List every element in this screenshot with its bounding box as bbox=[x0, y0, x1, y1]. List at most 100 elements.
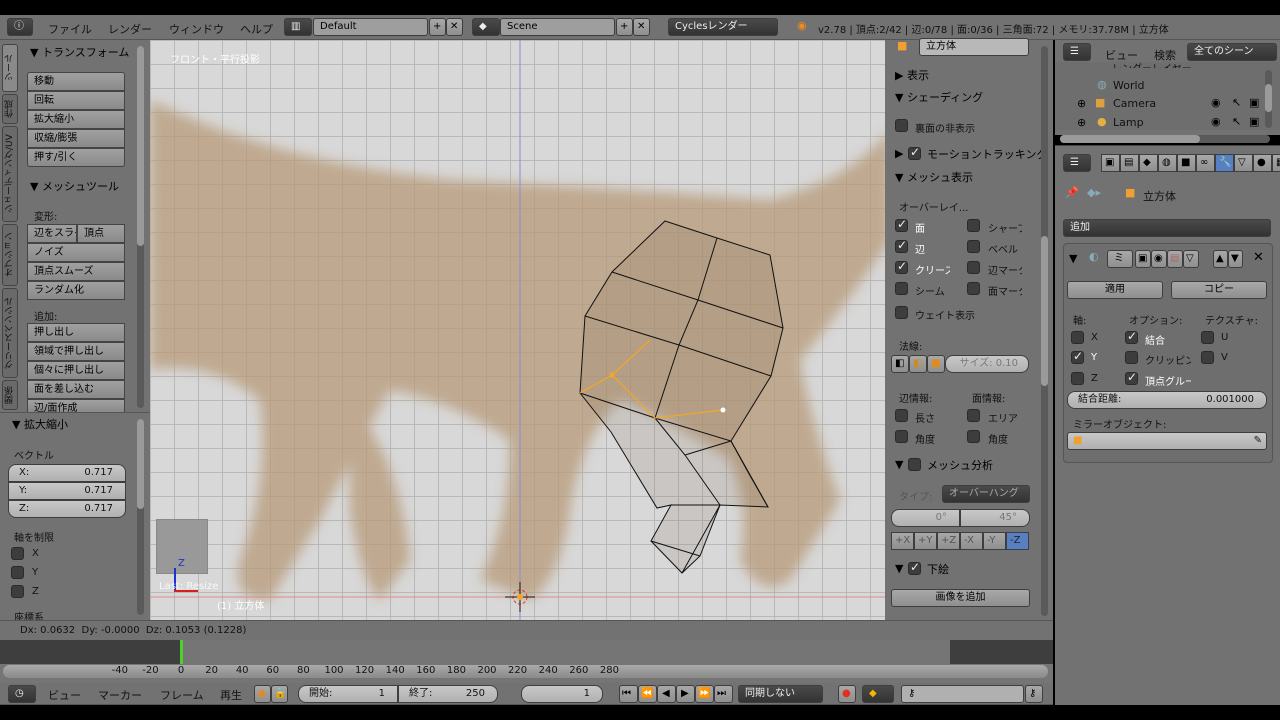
lamp-visibility-eye-icon[interactable]: ◉ bbox=[1211, 115, 1221, 128]
keying-mode-select[interactable]: ◆ bbox=[862, 685, 894, 703]
texture-v-checkbox[interactable] bbox=[1201, 351, 1214, 364]
extrude-individual-button[interactable]: 個々に押し出し bbox=[27, 361, 125, 380]
add-scene-button[interactable]: + bbox=[616, 18, 633, 36]
remove-modifier-icon[interactable]: ✕ bbox=[1253, 250, 1264, 265]
menu-help[interactable]: ヘルプ bbox=[240, 21, 273, 37]
translate-button[interactable]: 移動 bbox=[27, 72, 125, 91]
motion-tracking-header[interactable]: モーショントラッキング bbox=[927, 146, 1041, 162]
vertex-normals-button[interactable]: ◧ bbox=[891, 355, 909, 373]
vertex-slide-button[interactable]: 頂点 bbox=[77, 224, 125, 243]
overhang-min-field[interactable]: 0° bbox=[891, 509, 960, 527]
display-panel-header[interactable]: ▶ 表示 bbox=[895, 67, 929, 83]
camera-select-cursor-icon[interactable]: ↖ bbox=[1232, 96, 1241, 109]
camera-visibility-eye-icon[interactable]: ◉ bbox=[1211, 96, 1221, 109]
split-normals-button[interactable]: ◧ bbox=[909, 355, 927, 373]
add-layout-button[interactable]: + bbox=[429, 18, 446, 36]
rotate-button[interactable]: 回転 bbox=[27, 91, 125, 110]
scene-icon[interactable]: ◆ bbox=[472, 18, 500, 36]
overlay-sharp-checkbox[interactable] bbox=[967, 219, 980, 232]
outliner-item-world[interactable]: World bbox=[1113, 79, 1145, 92]
inset-faces-button[interactable]: 面を差し込む bbox=[27, 380, 125, 399]
timeline[interactable] bbox=[0, 640, 1053, 683]
backface-culling-checkbox[interactable] bbox=[895, 119, 908, 132]
extrude-select[interactable]: 押し出し bbox=[27, 323, 125, 342]
tab-relations[interactable]: 関係 bbox=[2, 380, 18, 410]
analysis-type-select[interactable]: オーバーハング bbox=[942, 485, 1030, 503]
add-image-button[interactable]: 画像を追加 bbox=[891, 589, 1030, 607]
overlay-faces-checkbox[interactable] bbox=[895, 217, 908, 232]
menu-file[interactable]: ファイル bbox=[48, 21, 92, 37]
overhang-axis-button[interactable]: -X bbox=[960, 532, 983, 550]
overhang-axis-button[interactable]: +X bbox=[891, 532, 914, 550]
lamp-render-icon[interactable]: ▣ bbox=[1249, 115, 1259, 128]
outliner-display-select[interactable]: 全てのシーン bbox=[1187, 43, 1277, 61]
tab-data-icon[interactable]: ▽ bbox=[1234, 154, 1253, 172]
background-images-header[interactable]: 下絵 bbox=[927, 561, 949, 577]
timeline-menu-marker[interactable]: マーカー bbox=[98, 687, 142, 703]
tab-tools[interactable]: ツール bbox=[2, 44, 18, 92]
texture-u-checkbox[interactable] bbox=[1201, 331, 1214, 344]
tab-shading-uv[interactable]: シェーディング/UV bbox=[2, 126, 18, 222]
tab-constraints-icon[interactable]: ∞ bbox=[1196, 154, 1215, 172]
expand-lamp-icon[interactable]: ⊕ bbox=[1077, 116, 1086, 129]
mesh-analysis-header[interactable]: メッシュ分析 bbox=[927, 457, 993, 473]
lock-frame-toggle[interactable]: 🔒 bbox=[271, 685, 288, 703]
overhang-axis-button[interactable]: -Z bbox=[1006, 532, 1029, 550]
outliner-item-camera[interactable]: Camera bbox=[1113, 97, 1156, 110]
outliner-editor-type[interactable]: ☰ bbox=[1063, 43, 1091, 61]
tab-render-icon[interactable]: ▣ bbox=[1101, 154, 1120, 172]
tab-modifiers-icon[interactable]: 🔧 bbox=[1215, 154, 1234, 172]
remove-scene-button[interactable]: ✕ bbox=[633, 18, 650, 36]
weight-display-checkbox[interactable] bbox=[895, 306, 908, 319]
tab-texture-icon[interactable]: ▦ bbox=[1272, 154, 1280, 172]
merge-checkbox[interactable] bbox=[1125, 329, 1138, 344]
tab-world-icon[interactable]: ◍ bbox=[1158, 154, 1177, 172]
face-normals-button[interactable]: ■ bbox=[927, 355, 945, 373]
layout-icon[interactable]: ▥ bbox=[284, 18, 312, 36]
lamp-select-cursor-icon[interactable]: ↖ bbox=[1232, 115, 1241, 128]
normal-size-field[interactable]: サイズ: 0.10 bbox=[945, 355, 1029, 373]
editor-type-button[interactable]: ⓘ bbox=[7, 18, 33, 36]
move-modifier-up-button[interactable]: ▲ bbox=[1213, 250, 1228, 268]
move-modifier-down-button[interactable]: ▼ bbox=[1228, 250, 1243, 268]
merge-distance-field[interactable]: 結合距離: 0.001000 bbox=[1067, 391, 1267, 409]
layout-select[interactable]: Default bbox=[313, 18, 428, 36]
mirror-object-field[interactable]: ■ ✎ bbox=[1067, 432, 1267, 450]
scale-x-field[interactable]: X: 0.717 bbox=[8, 464, 126, 482]
modifier-editmode-toggle[interactable]: ▤ bbox=[1167, 250, 1183, 268]
jump-start-button[interactable]: ⏮ bbox=[619, 685, 638, 703]
mesh-display-panel-header[interactable]: ▼ メッシュ表示 bbox=[895, 169, 973, 185]
timeline-editor-type[interactable]: ◷ bbox=[8, 685, 36, 703]
randomize-button[interactable]: ランダム化 bbox=[27, 281, 125, 300]
add-modifier-select[interactable]: 追加 bbox=[1063, 219, 1271, 237]
render-engine-select[interactable]: Cyclesレンダー bbox=[668, 18, 778, 36]
modifier-cage-toggle[interactable]: ▽ bbox=[1183, 250, 1199, 268]
tab-scene-icon[interactable]: ◆ bbox=[1139, 154, 1158, 172]
make-edge-face-button[interactable]: 辺/面作成 bbox=[27, 399, 125, 414]
tool-shelf-scrollbar[interactable] bbox=[137, 46, 144, 408]
jump-keyframe-forward-button[interactable]: ⏩ bbox=[695, 685, 714, 703]
motion-tracking-checkbox[interactable] bbox=[908, 145, 921, 160]
scale-button[interactable]: 拡大縮小 bbox=[27, 110, 125, 129]
mirror-y-checkbox[interactable] bbox=[1071, 349, 1084, 364]
shrink-fatten-button[interactable]: 収縮/膨張 bbox=[27, 129, 125, 148]
3d-viewport[interactable]: フロント・平行投影 Z Last: Resize (1) 立方体 bbox=[150, 40, 885, 620]
tab-render-layers-icon[interactable]: ▤ bbox=[1120, 154, 1139, 172]
push-pull-button[interactable]: 押す/引く bbox=[27, 148, 125, 167]
shading-panel-header[interactable]: ▼ シェーディング bbox=[895, 89, 983, 105]
constraint-z-checkbox[interactable] bbox=[11, 585, 24, 598]
modifier-viewport-toggle[interactable]: ◉ bbox=[1151, 250, 1167, 268]
sync-mode-select[interactable]: 同期しない bbox=[738, 685, 823, 703]
overlay-bevel-checkbox[interactable] bbox=[967, 240, 980, 253]
tab-create[interactable]: 作成 bbox=[2, 94, 18, 124]
object-name-field[interactable]: 立方体 bbox=[919, 38, 1029, 56]
outliner-hscroll[interactable] bbox=[1060, 135, 1270, 143]
overhang-axis-button[interactable]: +Y bbox=[914, 532, 937, 550]
keying-set-field[interactable]: ⚷ bbox=[901, 685, 1024, 703]
preview-range-toggle[interactable]: ◕ bbox=[254, 685, 271, 703]
timeline-menu-frame[interactable]: フレーム bbox=[160, 687, 204, 703]
timeline-menu-view[interactable]: ビュー bbox=[48, 687, 81, 703]
tab-material-icon[interactable]: ● bbox=[1253, 154, 1272, 172]
mirror-z-checkbox[interactable] bbox=[1071, 372, 1084, 385]
noise-button[interactable]: ノイズ bbox=[27, 243, 125, 262]
